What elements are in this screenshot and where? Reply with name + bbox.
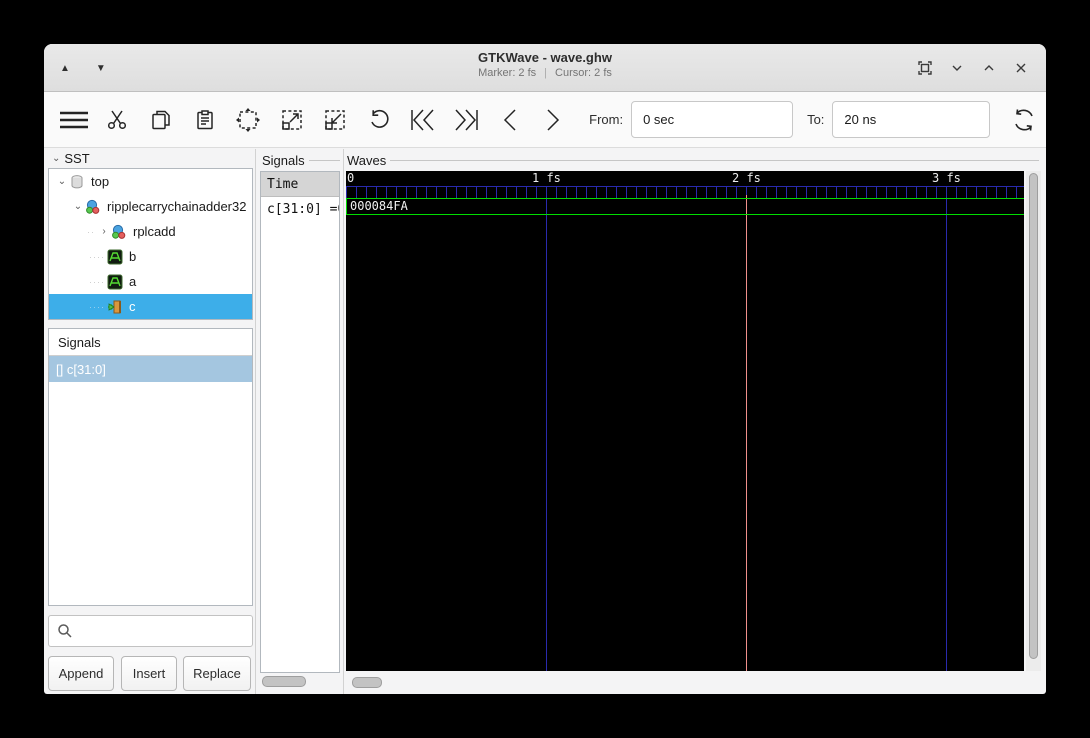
values-frame-label: Signals <box>262 152 340 168</box>
module-icon <box>111 224 128 240</box>
tree-item-a[interactable]: ···· a <box>49 269 252 294</box>
expander-open-icon[interactable]: ⌄ <box>55 176 69 187</box>
signals-list-item[interactable]: [] c[31:0] <box>49 356 252 382</box>
timeline-tick-label: 0 <box>347 171 355 185</box>
sst-tree: ⌄ top ⌄ ripplecarrychainadder32 ·· › rpl… <box>48 168 253 320</box>
paste-icon[interactable] <box>183 100 227 140</box>
tree-item-c[interactable]: ···· c <box>49 294 252 319</box>
marker-cursor-status: Marker: 2 fs | Cursor: 2 fs <box>44 67 1046 79</box>
signal-bus-icon <box>107 274 124 290</box>
marker-status: Marker: 2 fs <box>478 67 537 79</box>
close-icon[interactable] <box>1010 57 1032 79</box>
from-label: From: <box>589 112 624 127</box>
main-area: ⌄ SST ⌄ top ⌄ ripplecarrychainadder32 ··… <box>44 149 1046 694</box>
expander-open-icon[interactable]: ⌄ <box>71 201 85 212</box>
titlebar: ▲ ▼ GTKWave - wave.ghw Marker: 2 fs | Curs… <box>44 44 1046 92</box>
unshade-icon[interactable] <box>946 57 968 79</box>
time-header: Time <box>261 172 339 197</box>
window-title: GTKWave - wave.ghw <box>478 50 612 65</box>
waves-frame-text: Waves <box>347 152 387 168</box>
undo-icon[interactable] <box>357 100 401 140</box>
fullscreen-icon[interactable] <box>914 57 936 79</box>
to-label: To: <box>807 112 825 127</box>
expander-closed-icon[interactable]: › <box>97 226 111 237</box>
module-icon <box>85 199 102 215</box>
tree-item-ripplecarrychainadder32[interactable]: ⌄ ripplecarrychainadder32 <box>49 194 252 219</box>
tree-item-label: a <box>129 274 137 289</box>
go-end-icon[interactable] <box>444 100 488 140</box>
bus-trace-c[interactable]: 000084FA <box>346 198 1024 215</box>
insert-button[interactable]: Insert <box>121 656 177 691</box>
append-button[interactable]: Append <box>48 656 114 691</box>
values-hscrollbar[interactable] <box>262 676 306 687</box>
tree-item-label: c <box>129 299 136 314</box>
wave-vscrollbar-thumb[interactable] <box>1029 173 1038 659</box>
pane-divider-left[interactable] <box>255 149 256 694</box>
tree-guide: ···· <box>89 276 105 287</box>
timeline-tick-label: 1 fs <box>532 171 561 185</box>
tree-item-b[interactable]: ···· b <box>49 244 252 269</box>
copy-icon[interactable] <box>139 100 183 140</box>
prev-edge-icon[interactable] <box>488 100 532 140</box>
cut-icon[interactable] <box>96 100 140 140</box>
tree-guide: ···· <box>89 251 105 262</box>
from-input[interactable] <box>631 101 794 138</box>
sst-expander-icon: ⌄ <box>52 153 61 164</box>
signals-list-header: Signals <box>49 329 252 356</box>
timeline-tick-label: 3 fs <box>932 171 961 185</box>
tree-item-top[interactable]: ⌄ top <box>49 169 252 194</box>
sst-label: SST <box>64 151 90 166</box>
zoom-fit-icon[interactable] <box>226 100 270 140</box>
bus-value: 000084FA <box>350 199 408 213</box>
replace-button[interactable]: Replace <box>183 656 251 691</box>
tree-item-label: b <box>129 249 137 264</box>
status-separator: | <box>544 67 548 79</box>
cursor-status: Cursor: 2 fs <box>555 67 612 79</box>
tree-item-label: rplcadd <box>133 224 176 239</box>
wave-canvas[interactable]: 0 1 fs 2 fs 3 fs 000084FA <box>346 171 1024 671</box>
sst-header[interactable]: ⌄ SST <box>52 151 90 166</box>
tree-item-label: ripplecarrychainadder32 <box>107 199 247 214</box>
port-out-icon <box>107 299 124 315</box>
wave-vscrollbar-track[interactable] <box>1026 171 1041 671</box>
sst-signals-list: Signals [] c[31:0] <box>48 328 253 606</box>
tree-item-rplcadd[interactable]: ·· › rplcadd <box>49 219 252 244</box>
menu-icon[interactable] <box>52 100 96 140</box>
tree-item-label: top <box>91 174 110 189</box>
signal-value-row[interactable]: c[31:0] =000084FA <box>261 197 339 222</box>
tree-guide: ···· <box>89 301 105 312</box>
pane-divider-right[interactable] <box>343 149 344 694</box>
signal-search-box[interactable] <box>48 615 253 647</box>
hierarchy-top-icon <box>69 174 86 190</box>
gridline-1fs <box>546 186 547 671</box>
values-panel: Time c[31:0] =000084FA <box>260 171 340 673</box>
zoom-out-icon[interactable] <box>314 100 358 140</box>
shade-icon[interactable] <box>978 57 1000 79</box>
waves-frame-label: Waves <box>347 152 1039 168</box>
next-edge-icon[interactable] <box>532 100 576 140</box>
wave-hscrollbar[interactable] <box>352 677 382 688</box>
values-frame-text: Signals <box>262 152 305 168</box>
toolbar: From: To: <box>44 92 1046 148</box>
search-icon <box>57 623 73 639</box>
gtkwave-window: ▲ ▼ GTKWave - wave.ghw Marker: 2 fs | Curs… <box>44 44 1046 694</box>
timeline-tick-label: 2 fs <box>732 171 761 185</box>
signal-bus-icon <box>107 249 124 265</box>
reload-icon[interactable] <box>1002 100 1046 140</box>
gridline-3fs <box>946 186 947 671</box>
tree-guide: ·· <box>87 226 95 237</box>
timeline-ticks <box>346 187 1024 198</box>
to-input[interactable] <box>832 101 991 138</box>
go-start-icon[interactable] <box>401 100 445 140</box>
zoom-in-icon[interactable] <box>270 100 314 140</box>
marker-line[interactable] <box>746 195 747 671</box>
